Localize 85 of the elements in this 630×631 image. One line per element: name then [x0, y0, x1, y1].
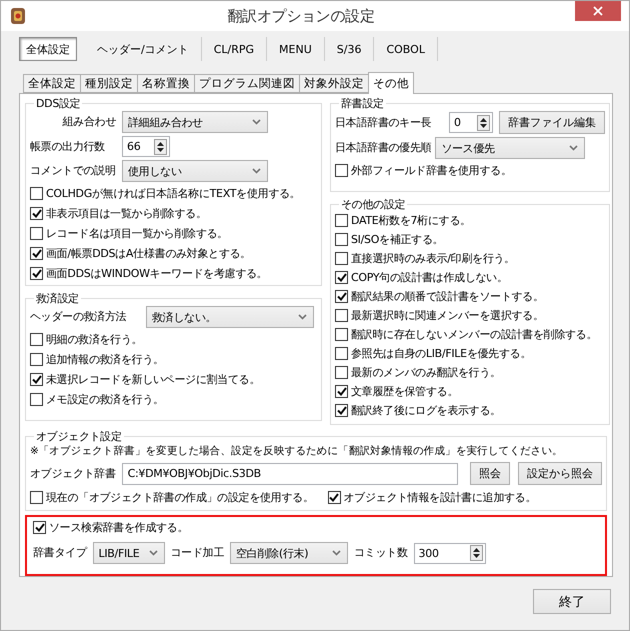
number-field[interactable]: 66	[122, 136, 170, 157]
checkbox[interactable]: SI/SOを補正する。	[335, 231, 605, 248]
tab[interactable]: 種別設定	[80, 74, 138, 93]
checkbox[interactable]: COPY句の設計書は作成しない。	[335, 269, 605, 286]
window-title: 翻訳オプションの設定	[226, 6, 376, 26]
tab[interactable]: CL/RPG	[202, 37, 268, 61]
dropdown[interactable]: LIB/FILE	[92, 542, 165, 564]
field-label: 組み合わせ	[61, 114, 116, 130]
group-title: 辞書設定	[340, 96, 385, 111]
check-icon	[32, 269, 42, 278]
checkbox[interactable]: 文章履歴を保管する。	[335, 383, 605, 400]
checkbox[interactable]: 追加情報の救済を行う。	[30, 351, 317, 368]
field-label: コミット数	[354, 545, 408, 561]
checkbox[interactable]: 画面/帳票DDSはA仕様書のみ対象とする。	[30, 245, 317, 262]
checkbox[interactable]: 外部フィールド辞書を使用する。	[335, 162, 605, 179]
checkbox[interactable]: 翻訳時に存在しないメンバーの設計書を削除する。	[335, 326, 605, 343]
checkbox[interactable]: 翻訳終了後にログを表示する。	[335, 402, 605, 419]
field-label: 日本語辞書のキー長	[335, 114, 432, 130]
check-icon	[32, 209, 42, 218]
check-icon	[32, 249, 42, 258]
tab[interactable]: COBOL	[374, 37, 438, 61]
checkbox[interactable]: レコード名は項目一覧から削除する。	[30, 225, 317, 242]
tab[interactable]: S/36	[324, 37, 374, 61]
spinner-arrows-icon	[154, 138, 167, 154]
chevron-down-icon	[298, 314, 307, 320]
field-label: オブジェクト辞書	[30, 466, 116, 482]
tab[interactable]: MENU	[267, 37, 325, 61]
dropdown[interactable]: 救済しない。	[146, 306, 314, 328]
tab[interactable]: 全体設定	[23, 74, 81, 93]
checkbox[interactable]: 最新選択時に関連メンバーを選択する。	[335, 307, 605, 324]
dropdown[interactable]: 空白削除(行末)	[230, 542, 348, 564]
tab[interactable]: ヘッダー/コメント	[85, 37, 202, 61]
field-label: コード加工	[170, 545, 224, 561]
check-icon	[329, 493, 340, 502]
group-title: 救済設定	[35, 291, 80, 306]
checkbox[interactable]: オブジェクト情報を設計書に追加する。	[328, 489, 536, 506]
chevron-down-icon	[332, 550, 342, 556]
group-title: DDS設定	[35, 96, 82, 111]
check-icon	[32, 375, 42, 384]
close-dialog-button[interactable]: 終了	[533, 589, 611, 614]
close-button[interactable]	[575, 1, 621, 21]
note-text: ※「オブジェクト辞書」を変更した場合、設定を反映するために「翻訳対象情報の作成」を実行してください。	[30, 444, 564, 458]
checkbox[interactable]: 最新のメンバのみ翻訳を行う。	[335, 364, 605, 381]
path-field[interactable]: C:¥DM¥OBJ¥ObjDic.S3DB	[122, 462, 458, 484]
checkbox[interactable]: 参照先は自身のLIB/FILEを優先する。	[335, 345, 605, 362]
checkbox[interactable]: COLHDGが無ければ日本語名称にTEXTを使用する。	[30, 185, 317, 202]
check-icon	[34, 523, 44, 532]
lookup-button[interactable]: 設定から照会	[518, 462, 602, 485]
group-title: その他の設定	[340, 197, 406, 212]
checkbox[interactable]: 翻訳結果の順番で設計書をソートする。	[335, 288, 605, 305]
field-label: 辞書タイプ	[33, 545, 87, 561]
checkbox[interactable]: 未選択レコードを新しいページに割当てる。	[30, 371, 317, 388]
checkbox[interactable]: メモ設定の救済を行う。	[30, 391, 317, 408]
app-icon	[9, 7, 27, 25]
dropdown[interactable]: 使用しない	[122, 160, 268, 182]
chevron-down-icon	[252, 168, 261, 174]
tab[interactable]: 名称置換	[137, 74, 195, 93]
checkbox[interactable]: 直接選択時のみ表示/印刷を行う。	[335, 250, 605, 267]
checkbox[interactable]: ソース検索辞書を作成する。	[33, 519, 601, 536]
edit-dictionary-button[interactable]: 辞書ファイル編集	[499, 111, 605, 134]
dropdown[interactable]: 詳細組み合わせ	[122, 111, 268, 133]
group-title: オブジェクト設定	[35, 429, 123, 444]
chevron-down-icon	[569, 145, 578, 151]
chevron-down-icon	[252, 119, 261, 125]
field-label: 日本語辞書の優先順	[335, 140, 432, 156]
tab[interactable]: その他	[368, 72, 414, 94]
checkbox[interactable]: 現在の「オブジェクト辞書の作成」の設定を使用する。	[30, 489, 314, 506]
field-label: ヘッダーの救済方法	[30, 309, 128, 325]
spinner-arrows-icon	[477, 114, 490, 130]
tab[interactable]: 全体設定	[19, 37, 77, 61]
checkbox[interactable]: 非表示項目は一覧から削除する。	[30, 205, 317, 222]
checkbox[interactable]: 画面DDSはWINDOWキーワードを考慮する。	[30, 265, 317, 282]
checkbox[interactable]: DATE桁数を7桁にする。	[335, 212, 605, 229]
number-field[interactable]: 300	[414, 542, 486, 564]
number-field[interactable]: 0	[449, 112, 493, 133]
field-label: 帳票の出力行数	[30, 138, 106, 154]
lookup-button[interactable]: 照会	[470, 462, 510, 485]
spinner-arrows-icon	[470, 545, 483, 561]
tab[interactable]: 対象外設定	[299, 74, 369, 93]
checkbox[interactable]: 明細の救済を行う。	[30, 331, 317, 348]
close-icon	[593, 6, 603, 16]
field-label: コメントでの説明	[30, 163, 116, 179]
chevron-down-icon	[148, 550, 158, 556]
dropdown[interactable]: ソース優先	[435, 137, 586, 159]
tab[interactable]: プログラム関連図	[194, 74, 300, 93]
